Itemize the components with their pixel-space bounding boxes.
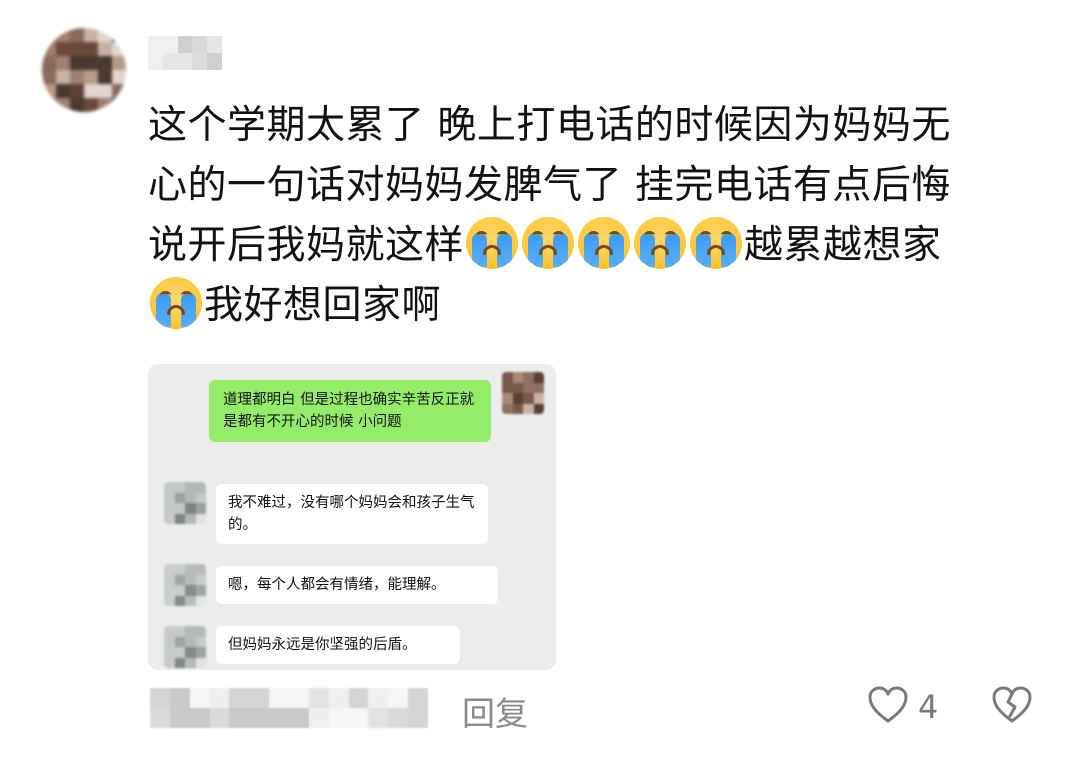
comment-line-1: 这个学期太累了 晚上打电话的时候因为妈妈无 xyxy=(148,103,951,148)
mom-chat-avatar xyxy=(164,626,206,668)
like-button[interactable]: 4 xyxy=(868,686,938,728)
crying-face-icon xyxy=(150,277,202,329)
crying-face-icon xyxy=(634,217,687,269)
my-chat-avatar xyxy=(502,372,544,414)
heart-outline-icon xyxy=(868,686,908,728)
comment-line-4: 我好想回家啊 xyxy=(204,283,442,328)
reply-bubble: 但妈妈永远是你坚强的后盾。 xyxy=(216,626,460,664)
my-message-bubble: 道理都明白 但是过程也确实辛苦反正就是都有不开心的时候 小问题 xyxy=(209,380,491,442)
dislike-button[interactable] xyxy=(992,686,1032,728)
mom-chat-avatar xyxy=(164,564,206,606)
crying-face-icon xyxy=(522,217,575,269)
broken-heart-icon xyxy=(992,686,1032,728)
crying-face-icon xyxy=(466,217,519,269)
comment-line-3: 说开后我妈就这样 xyxy=(148,223,465,268)
comment-line-3-tail: 越累越想家 xyxy=(744,223,942,268)
chat-screenshot-image[interactable]: 道理都明白 但是过程也确实辛苦反正就是都有不开心的时候 小问题 我不难过，没有哪… xyxy=(148,364,556,670)
reply-bubble: 我不难过，没有哪个妈妈会和孩子生气的。 xyxy=(216,484,488,544)
comment-line-2: 心的一句话对妈妈发脾气了 挂完电话有点后悔 xyxy=(148,163,951,208)
comment-meta-obscured xyxy=(150,688,428,728)
comment-text: 这个学期太累了 晚上打电话的时候因为妈妈无 心的一句话对妈妈发脾气了 挂完电话有… xyxy=(148,96,1028,336)
like-count: 4 xyxy=(918,688,939,726)
username-obscured[interactable] xyxy=(148,36,222,70)
crying-face-icon xyxy=(578,217,631,269)
user-avatar[interactable] xyxy=(42,28,126,112)
mom-chat-avatar xyxy=(164,482,206,524)
crying-face-icon xyxy=(690,217,743,269)
reply-bubble: 嗯，每个人都会有情绪，能理解。 xyxy=(216,566,498,604)
reply-button[interactable]: 回复 xyxy=(462,687,528,735)
